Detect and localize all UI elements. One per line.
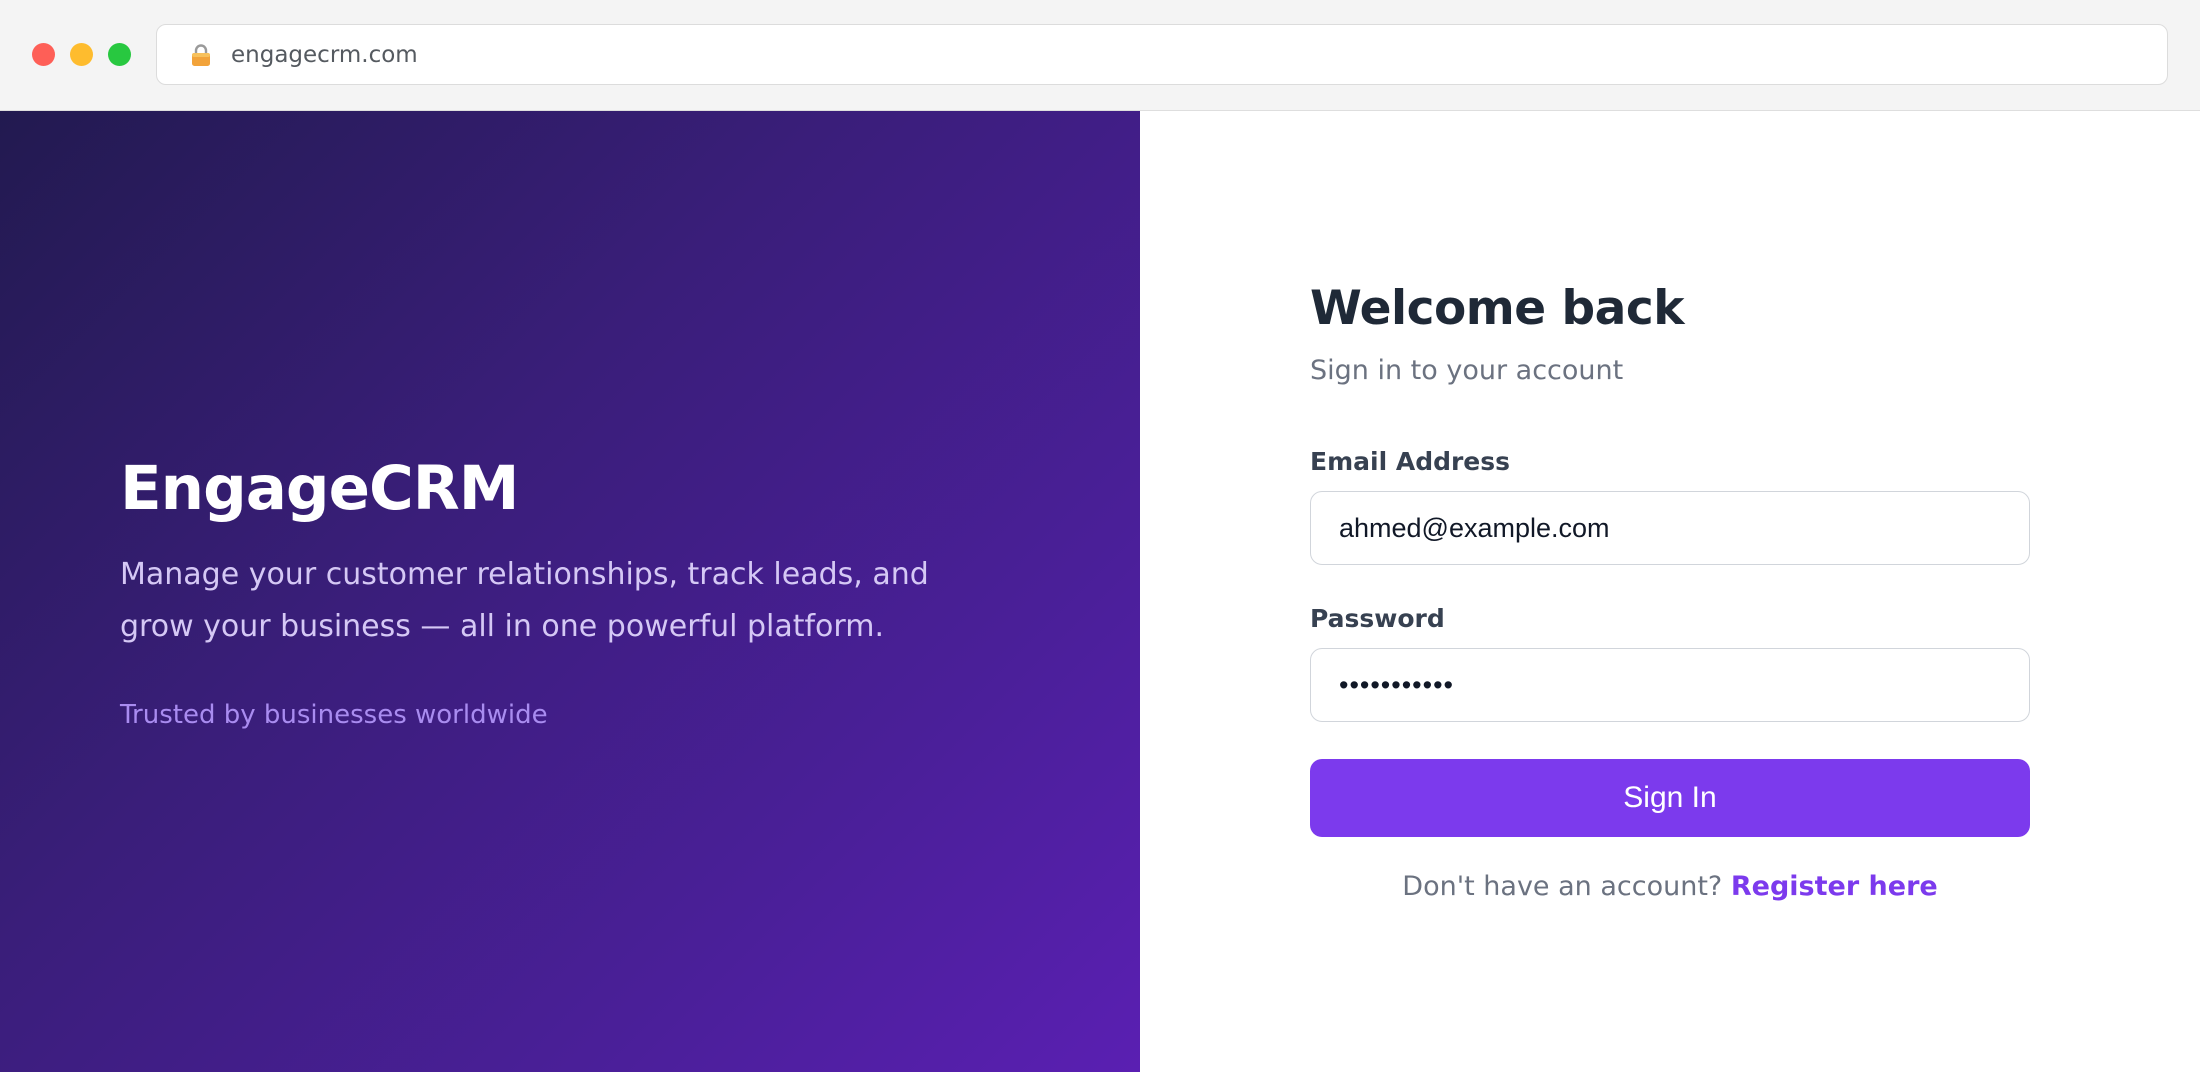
brand-name: EngageCRM <box>120 453 519 524</box>
minimize-window-button[interactable] <box>70 43 93 66</box>
register-prompt: Don't have an account? <box>1402 871 1723 902</box>
url-text: engagecrm.com <box>231 42 418 68</box>
login-panel: Welcome back Sign in to your account Ema… <box>1140 111 2200 1072</box>
page-subtitle: Sign in to your account <box>1310 355 1624 386</box>
trust-text: Trusted by businesses worldwide <box>120 700 548 730</box>
password-field[interactable] <box>1310 648 2030 722</box>
register-row: Don't have an account? Register here <box>1310 871 2030 902</box>
browser-toolbar: engagecrm.com <box>0 0 2200 111</box>
email-label: Email Address <box>1310 447 1511 476</box>
register-link[interactable]: Register here <box>1731 871 1938 902</box>
hero-tagline: Manage your customer relationships, trac… <box>120 557 929 644</box>
sign-in-button[interactable]: Sign In <box>1310 759 2030 837</box>
page-title: Welcome back <box>1310 281 1685 336</box>
lock-icon <box>191 44 211 66</box>
password-label: Password <box>1310 604 1445 633</box>
email-field[interactable] <box>1310 491 2030 565</box>
hero-panel: EngageCRM Manage your customer relations… <box>0 111 1140 1072</box>
maximize-window-button[interactable] <box>108 43 131 66</box>
close-window-button[interactable] <box>32 43 55 66</box>
address-bar[interactable]: engagecrm.com <box>156 24 2168 85</box>
browser-window: engagecrm.com EngageCRM Manage your cust… <box>0 0 2200 1072</box>
